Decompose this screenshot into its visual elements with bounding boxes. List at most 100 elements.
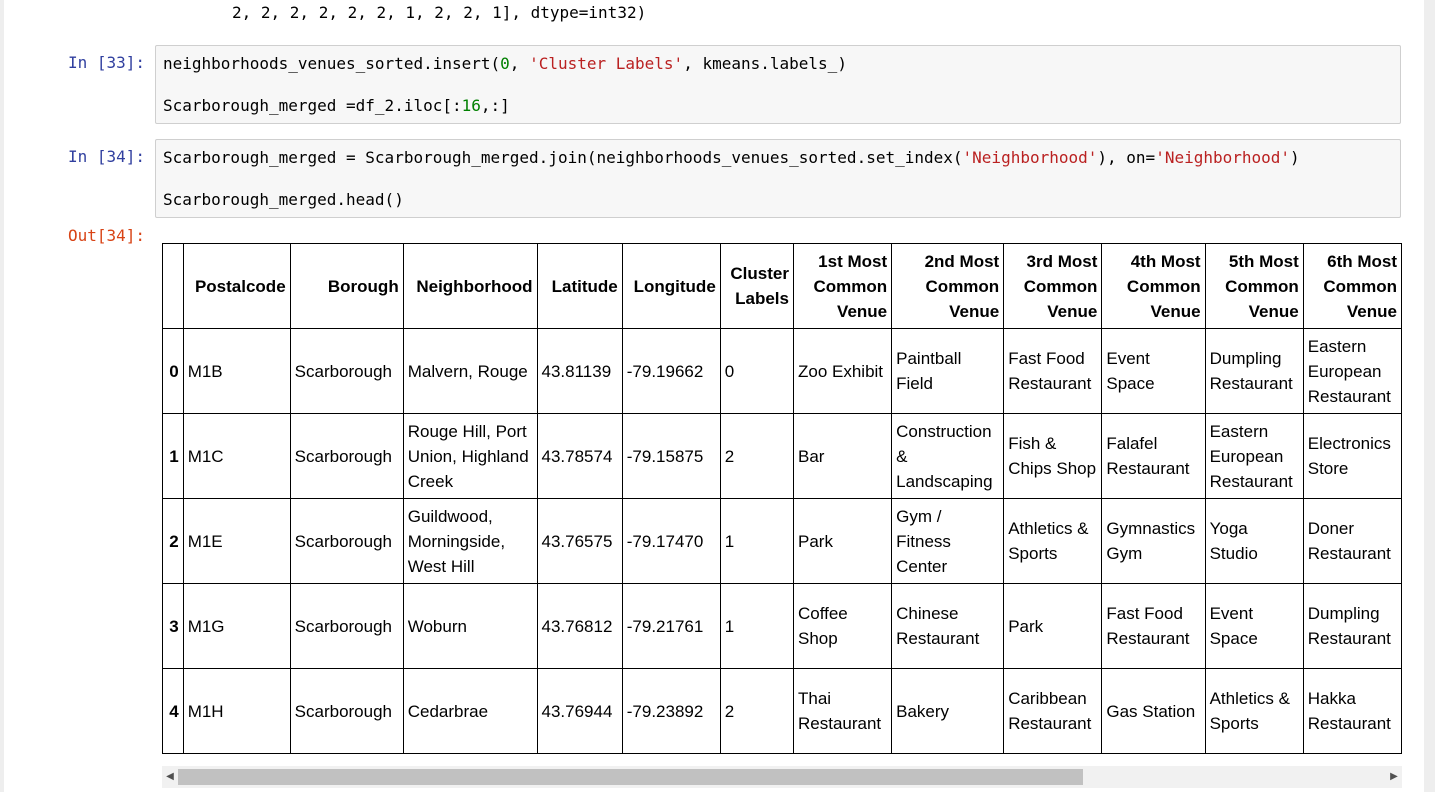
table-cell: Park (1003, 583, 1103, 669)
table-cell: M1B (182, 328, 291, 414)
table-cell: Chinese Restaurant (891, 583, 1005, 669)
table-cell: Gym / Fitness Center (891, 498, 1005, 584)
table-cell: 1 (719, 498, 794, 584)
code-token: , (509, 54, 530, 73)
table-cell: Event Space (1204, 583, 1304, 669)
row-index: 0 (162, 328, 184, 414)
column-header: Postalcode (182, 243, 291, 329)
dataframe-table: Postalcode Borough Neighborhood Latitude Lon… (162, 243, 1402, 754)
table-cell: Zoo Exhibit (792, 328, 893, 414)
notebook: 2, 2, 2, 2, 2, 2, 1, 2, 2, 1], dtype=int… (4, 0, 1424, 792)
table-row: 1 M1C Scarborough Rouge Hill, Port Union, H… (162, 413, 1402, 499)
code-token: ,:] (480, 96, 510, 115)
table-cell: M1G (182, 583, 291, 669)
table-row: 2 M1E Scarborough Guildwood, Morningside, W… (162, 498, 1402, 584)
table-cell: Coffee Shop (792, 583, 893, 669)
column-header: 6th Most Common Venue (1302, 243, 1402, 329)
code-line: Scarborough_merged =df_2.iloc[:16,:] (163, 96, 510, 116)
code-token: 'Cluster Labels' (529, 54, 684, 73)
table-cell: Gymnastics Gym (1101, 498, 1206, 584)
table-cell: Woburn (402, 583, 538, 669)
code-token: ), on= (1097, 148, 1156, 167)
code-line: neighborhoods_venues_sorted.insert(0, 'C… (163, 54, 847, 74)
table-cell: Scarborough (289, 583, 404, 669)
column-header: Borough (289, 243, 404, 329)
table-cell: Electronics Store (1302, 413, 1402, 499)
code-cell-33[interactable]: neighborhoods_venues_sorted.insert(0, 'C… (155, 45, 1401, 124)
table-cell: -79.15875 (621, 413, 721, 499)
table-cell: Scarborough (289, 498, 404, 584)
column-header: 2nd Most Common Venue (891, 243, 1005, 329)
code-token: 'Neighborhood' (962, 148, 1098, 167)
table-cell: 43.76812 (536, 583, 623, 669)
column-header: 1st Most Common Venue (792, 243, 893, 329)
column-header: 5th Most Common Venue (1204, 243, 1304, 329)
previous-cell-output: 2, 2, 2, 2, 2, 2, 1, 2, 2, 1], dtype=int… (232, 3, 647, 22)
table-cell: Construction & Landscaping (891, 413, 1005, 499)
table-cell: Caribbean Restaurant (1003, 668, 1103, 754)
table-cell: Paintball Field (891, 328, 1005, 414)
code-token: 0 (500, 54, 510, 73)
input-prompt-34: In [34]: (68, 147, 146, 166)
code-token: ) (1290, 148, 1300, 167)
table-cell: Athletics & Sports (1003, 498, 1103, 584)
table-row: 4 M1H Scarborough Cedarbrae 43.76944 -79.2389… (162, 668, 1402, 754)
table-cell: Bar (792, 413, 893, 499)
code-line: Scarborough_merged.head() (163, 190, 404, 210)
table-cell: Event Space (1101, 328, 1206, 414)
column-header: Cluster Labels (719, 243, 794, 329)
table-cell: Fast Food Restaurant (1101, 583, 1206, 669)
row-index: 3 (162, 583, 184, 669)
table-cell: M1E (182, 498, 291, 584)
horizontal-scrollbar[interactable]: ◀ ▶ (162, 766, 1402, 788)
code-token: 'Neighborhood' (1155, 148, 1291, 167)
table-cell: Dumpling Restaurant (1204, 328, 1304, 414)
table-cell: Yoga Studio (1204, 498, 1304, 584)
table-cell: Thai Restaurant (792, 668, 893, 754)
table-cell: 2 (719, 668, 794, 754)
table-cell: Scarborough (289, 328, 404, 414)
code-cell-34[interactable]: Scarborough_merged = Scarborough_merged.… (155, 139, 1401, 218)
table-cell: Eastern European Restaurant (1302, 328, 1402, 414)
table-cell: -79.21761 (621, 583, 721, 669)
table-cell: Hakka Restaurant (1302, 668, 1402, 754)
table-cell: Cedarbrae (402, 668, 538, 754)
input-prompt-33: In [33]: (68, 53, 146, 72)
table-cell: 43.76575 (536, 498, 623, 584)
code-token: 16 (461, 96, 481, 115)
table-cell: -79.19662 (621, 328, 721, 414)
page: 2, 2, 2, 2, 2, 2, 1, 2, 2, 1], dtype=int… (0, 0, 1435, 792)
table-cell: 43.78574 (536, 413, 623, 499)
row-index: 2 (162, 498, 184, 584)
table-cell: Eastern European Restaurant (1204, 413, 1304, 499)
table-cell: M1C (182, 413, 291, 499)
column-header: Latitude (536, 243, 623, 329)
table-cell: M1H (182, 668, 291, 754)
table-cell: 43.76944 (536, 668, 623, 754)
table-cell: 1 (719, 583, 794, 669)
code-token: Scarborough_merged = Scarborough_merged.… (163, 148, 963, 167)
table-header-row: Postalcode Borough Neighborhood Latitude Lon… (162, 243, 1402, 329)
table-cell: -79.17470 (621, 498, 721, 584)
table-cell: Fish & Chips Shop (1003, 413, 1103, 499)
row-index: 4 (162, 668, 184, 754)
code-token: Scarborough_merged.head() (163, 190, 404, 209)
table-cell: 43.81139 (536, 328, 623, 414)
triangle-right-icon[interactable]: ▶ (1386, 766, 1402, 788)
table-cell: Scarborough (289, 413, 404, 499)
code-token: , kmeans.labels_) (683, 54, 847, 73)
column-header: Longitude (621, 243, 721, 329)
table-cell: Rouge Hill, Port Union, Highland Creek (402, 413, 538, 499)
table-cell: Dumpling Restaurant (1302, 583, 1402, 669)
code-token: Scarborough_merged =df_2.iloc[: (163, 96, 462, 115)
scrollbar-thumb[interactable] (178, 769, 1083, 785)
code-line: Scarborough_merged = Scarborough_merged.… (163, 148, 1300, 168)
table-cell: Park (792, 498, 893, 584)
column-header: 4th Most Common Venue (1101, 243, 1206, 329)
table-cell: Falafel Restaurant (1101, 413, 1206, 499)
code-token: neighborhoods_venues_sorted.insert( (163, 54, 501, 73)
table-row: 3 M1G Scarborough Woburn 43.76812 -79.21761 1 C… (162, 583, 1402, 669)
table-cell: Athletics & Sports (1204, 668, 1304, 754)
triangle-left-icon[interactable]: ◀ (162, 766, 178, 788)
column-header: 3rd Most Common Venue (1003, 243, 1103, 329)
